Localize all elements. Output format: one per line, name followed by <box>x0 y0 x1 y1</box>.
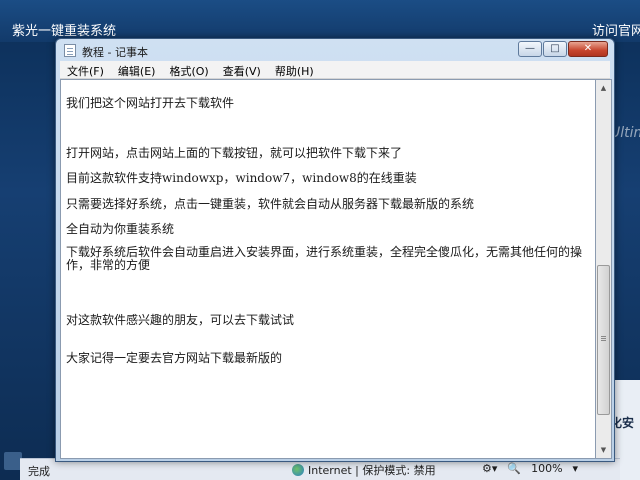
status-right: ⚙▾ 🔍 100% ▾ <box>482 462 578 475</box>
menu-file[interactable]: 文件(F) <box>60 61 111 78</box>
text-line: 全自动为你重装系统 <box>66 222 175 236</box>
menu-help[interactable]: 帮助(H) <box>268 61 321 78</box>
maximize-button[interactable]: □ <box>543 41 567 57</box>
text-line: 下载好系统后软件会自动重启进入安装界面，进行系统重装，全程完全傻瓜化，无需其他任… <box>66 245 583 272</box>
status-text: 完成 <box>28 465 50 478</box>
menu-bar: 文件(F) 编辑(E) 格式(O) 查看(V) 帮助(H) <box>60 61 610 79</box>
notepad-icon <box>64 44 76 57</box>
text-line: 只需要选择好系统，点击一键重装，软件就会自动从服务器下载最新版的系统 <box>66 197 475 211</box>
menu-view[interactable]: 查看(V) <box>216 61 268 78</box>
text-line: 我们把这个网站打开去下载软件 <box>66 96 235 110</box>
notepad-titlebar[interactable]: 教程 - 记事本 — □ ✕ <box>56 39 614 61</box>
scroll-thumb[interactable] <box>597 265 610 415</box>
chevron-down-icon[interactable]: ▾ <box>573 462 579 475</box>
installer-title: 紫光一键重装系统 <box>12 24 117 39</box>
vertical-scrollbar[interactable]: ▲ ▼ <box>596 79 612 459</box>
text-line: 打开网站，点击网站上面的下载按钮，就可以把软件下载下来了 <box>66 146 403 160</box>
scroll-up-icon[interactable]: ▲ <box>597 81 610 95</box>
scroll-down-icon[interactable]: ▼ <box>597 443 610 457</box>
security-zone: Internet | 保护模式: 禁用 <box>292 462 436 478</box>
close-button[interactable]: ✕ <box>568 41 608 57</box>
text-line: 目前这款软件支持windowxp，window7，window8的在线重装 <box>66 171 417 185</box>
zone-text: Internet | 保护模式: 禁用 <box>308 464 436 477</box>
text-line: 大家记得一定要去官方网站下载最新版的 <box>66 351 283 365</box>
settings-icon[interactable]: ⚙▾ <box>482 462 497 475</box>
installer-titlebar: 紫光一键重装系统 访问官网 <box>0 0 640 42</box>
minimize-button[interactable]: — <box>518 41 542 57</box>
text-area[interactable]: 我们把这个网站打开去下载软件 打开网站，点击网站上面的下载按钮，就可以把软件下载… <box>60 79 596 459</box>
menu-edit[interactable]: 编辑(E) <box>111 61 163 78</box>
text-line: 对这款软件感兴趣的朋友，可以去下载试试 <box>66 313 295 327</box>
zoom-level[interactable]: 100% <box>531 462 562 475</box>
notepad-window: 教程 - 记事本 — □ ✕ 文件(F) 编辑(E) 格式(O) 查看(V) 帮… <box>55 38 615 462</box>
zoom-icon[interactable]: 🔍 <box>507 462 521 475</box>
visit-website-link[interactable]: 访问官网 <box>592 20 640 39</box>
window-title: 教程 - 记事本 <box>82 46 148 59</box>
window-controls: — □ ✕ <box>518 41 608 57</box>
globe-icon <box>292 464 304 476</box>
menu-format[interactable]: 格式(O) <box>162 61 215 78</box>
